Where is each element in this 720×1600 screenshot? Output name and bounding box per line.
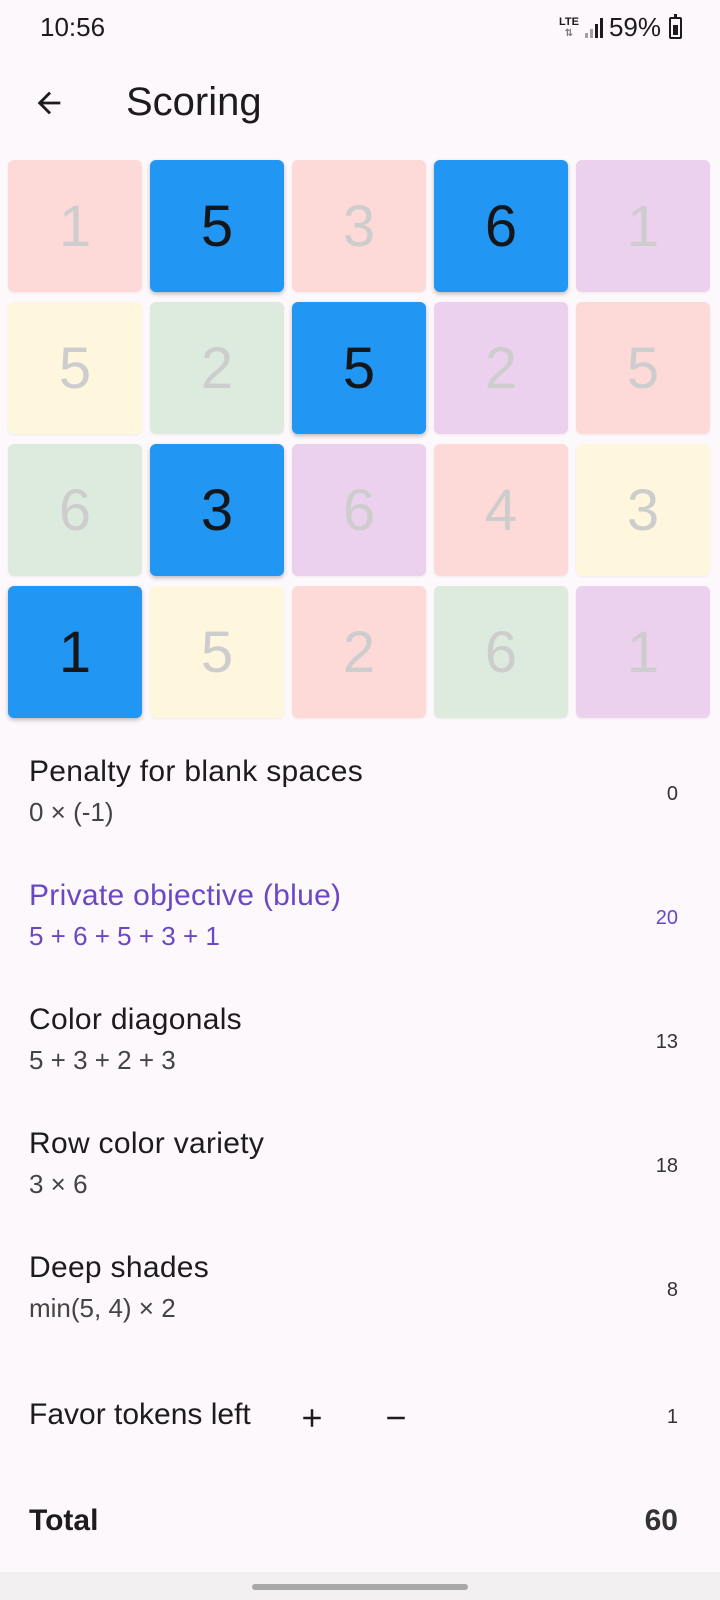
- score-value: 20: [655, 907, 678, 929]
- score-row[interactable]: Color diagonals 5 + 3 + 2 + 3 13: [0, 1003, 720, 1103]
- status-icons: LTE ⇅ 59%: [559, 12, 682, 43]
- signal-icon: [584, 17, 603, 38]
- die-cell[interactable]: 3: [292, 160, 426, 292]
- score-formula: 5 + 3 + 2 + 3: [29, 1045, 176, 1075]
- navigation-bar: [0, 1572, 720, 1600]
- die-cell[interactable]: 5: [292, 302, 426, 434]
- score-formula: 3 × 6: [29, 1169, 88, 1199]
- lte-icon: LTE ⇅: [558, 15, 579, 39]
- die-cell[interactable]: 6: [8, 444, 142, 576]
- arrow-left-icon: [37, 91, 61, 115]
- die-cell[interactable]: 1: [576, 586, 710, 718]
- total-label: Total: [29, 1504, 99, 1537]
- score-row[interactable]: Penalty for blank spaces 0 × (-1) 0: [0, 755, 720, 855]
- score-value: 8: [666, 1279, 678, 1301]
- die-cell[interactable]: 5: [150, 160, 284, 292]
- favor-tokens-label: Favor tokens left: [29, 1398, 251, 1431]
- die-cell[interactable]: 6: [434, 586, 568, 718]
- increment-favor-button[interactable]: [290, 1396, 334, 1440]
- status-time: 10:56: [40, 12, 106, 42]
- score-title: Deep shades: [29, 1251, 210, 1284]
- die-cell[interactable]: 6: [434, 160, 568, 292]
- die-cell[interactable]: 1: [576, 160, 710, 292]
- home-gesture-handle[interactable]: [252, 1584, 468, 1590]
- total-row: Total 60: [0, 1504, 720, 1544]
- score-title: Private objective (blue): [29, 879, 342, 912]
- dice-grid: 15361525256364315261: [8, 160, 710, 718]
- die-cell[interactable]: 5: [150, 586, 284, 718]
- score-formula: 0 × (-1): [29, 797, 114, 827]
- score-title: Penalty for blank spaces: [29, 755, 364, 788]
- die-cell[interactable]: 2: [434, 302, 568, 434]
- die-cell[interactable]: 5: [8, 302, 142, 434]
- favor-tokens-row: Favor tokens left 1: [0, 1396, 720, 1442]
- die-cell[interactable]: 1: [8, 586, 142, 718]
- back-button[interactable]: [26, 80, 72, 126]
- die-cell[interactable]: 6: [292, 444, 426, 576]
- die-cell[interactable]: 3: [576, 444, 710, 576]
- score-title: Row color variety: [29, 1127, 265, 1160]
- status-bar: 10:56 LTE ⇅ 59%: [0, 0, 720, 52]
- battery-icon: [669, 13, 682, 39]
- score-value: 18: [655, 1155, 678, 1177]
- page-title: Scoring: [126, 80, 262, 124]
- die-cell[interactable]: 5: [576, 302, 710, 434]
- plus-icon: [303, 1409, 321, 1427]
- favor-tokens-value: 1: [666, 1406, 678, 1428]
- app-bar: Scoring: [0, 60, 720, 148]
- die-cell[interactable]: 3: [150, 444, 284, 576]
- die-cell[interactable]: 2: [292, 586, 426, 718]
- minus-icon: [387, 1416, 405, 1420]
- die-cell[interactable]: 2: [150, 302, 284, 434]
- decrement-favor-button[interactable]: [374, 1396, 418, 1440]
- score-row[interactable]: Deep shades min(5, 4) × 2 8: [0, 1251, 720, 1351]
- die-cell[interactable]: 4: [434, 444, 568, 576]
- score-formula: 5 + 6 + 5 + 3 + 1: [29, 921, 220, 951]
- score-value: 0: [666, 783, 678, 805]
- score-row[interactable]: Private objective (blue) 5 + 6 + 5 + 3 + …: [0, 879, 720, 979]
- total-value: 60: [644, 1504, 678, 1537]
- battery-percent: 59%: [608, 12, 661, 42]
- score-title: Color diagonals: [29, 1003, 242, 1036]
- score-formula: min(5, 4) × 2: [29, 1293, 176, 1323]
- score-row[interactable]: Row color variety 3 × 6 18: [0, 1127, 720, 1227]
- die-cell[interactable]: 1: [8, 160, 142, 292]
- score-value: 13: [655, 1031, 678, 1053]
